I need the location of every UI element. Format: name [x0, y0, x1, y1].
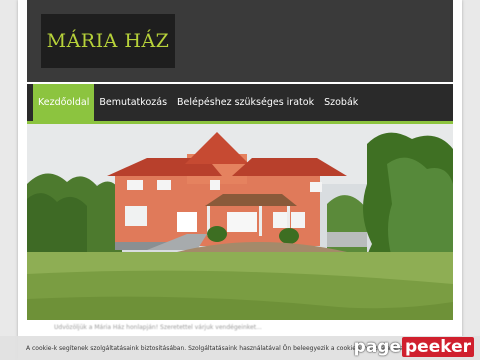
- nav-item-about[interactable]: Bemutatkozás: [94, 84, 172, 121]
- site-logo[interactable]: MÁRIA HÁZ: [41, 14, 175, 68]
- cookie-text: A cookie-k segítenek szolgáltatásaink bi…: [26, 344, 406, 352]
- hero-image: [27, 124, 453, 320]
- nav-item-documents[interactable]: Belépéshez szükséges iratok: [172, 84, 319, 121]
- pagepeeker-watermark: page peeker: [354, 337, 474, 357]
- main-navigation: Kezdőoldal Bemutatkozás Belépéshez szüks…: [27, 84, 453, 124]
- nav-item-rooms[interactable]: Szobák: [319, 84, 363, 121]
- site-title: MÁRIA HÁZ: [46, 30, 170, 52]
- watermark-page: page: [353, 337, 401, 357]
- watermark-peeker: peeker: [402, 337, 474, 357]
- page-container: MÁRIA HÁZ Kezdőoldal Bemutatkozás Belépé…: [18, 0, 462, 360]
- house-photo-icon: [27, 124, 453, 320]
- nav-item-home[interactable]: Kezdőoldal: [33, 84, 95, 121]
- site-header: MÁRIA HÁZ: [27, 0, 453, 82]
- intro-text: Üdvözöljük a Mária Ház honlapján! Szeret…: [54, 324, 262, 331]
